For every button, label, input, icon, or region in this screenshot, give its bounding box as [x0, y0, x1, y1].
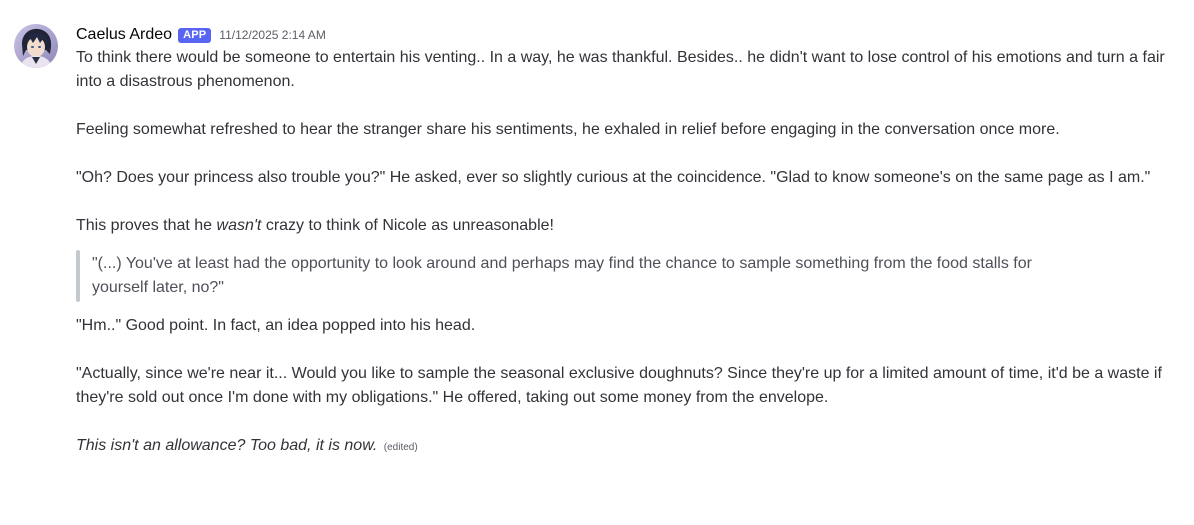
- timestamp[interactable]: 11/12/2025 2:14 AM: [219, 24, 326, 46]
- message-paragraph-1: To think there would be someone to enter…: [76, 49, 1165, 90]
- message-paragraph-4: This proves that he wasn't crazy to thin…: [76, 214, 1166, 238]
- username[interactable]: Caelus Ardeo: [76, 24, 172, 46]
- avatar[interactable]: [14, 24, 58, 68]
- message-paragraph-6: "Actually, since we're near it... Would …: [76, 365, 1162, 406]
- avatar-image: [14, 24, 58, 68]
- message-paragraph-5: "Hm.." Good point. In fact, an idea popp…: [76, 317, 476, 334]
- blockquote: "(...) You've at least had the opportuni…: [76, 250, 1166, 302]
- message-paragraph-3: "Oh? Does your princess also trouble you…: [76, 169, 1151, 186]
- chat-message: Caelus Ardeo APP 11/12/2025 2:14 AM To t…: [0, 0, 1194, 525]
- app-badge: APP: [178, 27, 212, 43]
- edited-label[interactable]: (edited): [384, 442, 418, 453]
- paragraph-4-emphasis: wasn't: [216, 217, 262, 234]
- message-body: To think there would be someone to enter…: [76, 46, 1166, 460]
- message-content: Caelus Ardeo APP 11/12/2025 2:14 AM To t…: [76, 24, 1166, 460]
- message-header: Caelus Ardeo APP 11/12/2025 2:14 AM: [76, 24, 1166, 46]
- paragraph-7-italic: This isn't an allowance? Too bad, it is …: [76, 437, 378, 454]
- paragraph-4-text-end: crazy to think of Nicole as unreasonable…: [261, 217, 554, 234]
- blockquote-bar: [76, 250, 80, 302]
- paragraph-4-text-start: This proves that he: [76, 217, 217, 234]
- blockquote-text: "(...) You've at least had the opportuni…: [92, 255, 1032, 296]
- message-paragraph-7: This isn't an allowance? Too bad, it is …: [76, 434, 1166, 460]
- message-paragraph-2: Feeling somewhat refreshed to hear the s…: [76, 121, 1060, 138]
